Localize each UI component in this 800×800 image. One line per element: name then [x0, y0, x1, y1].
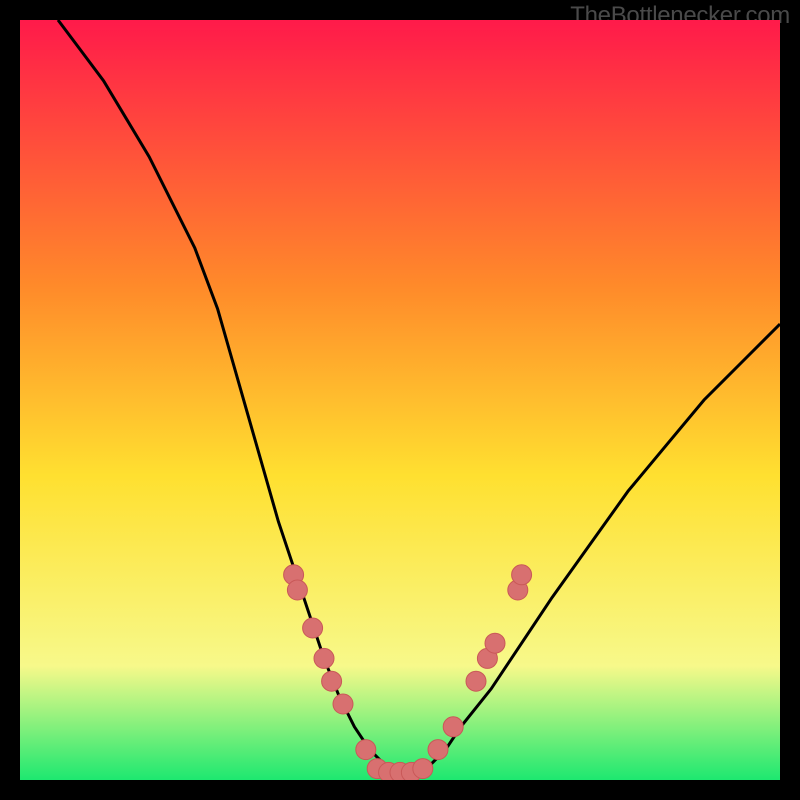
data-marker [314, 648, 334, 668]
data-marker [322, 671, 342, 691]
chart-plot [20, 20, 780, 780]
data-marker [466, 671, 486, 691]
data-marker [428, 740, 448, 760]
data-marker [287, 580, 307, 600]
data-marker [485, 633, 505, 653]
data-marker [333, 694, 353, 714]
data-marker [303, 618, 323, 638]
data-marker [356, 740, 376, 760]
data-marker [512, 565, 532, 585]
data-marker [413, 759, 433, 779]
outer-frame: TheBottlenecker.com [0, 0, 800, 800]
data-marker [443, 717, 463, 737]
